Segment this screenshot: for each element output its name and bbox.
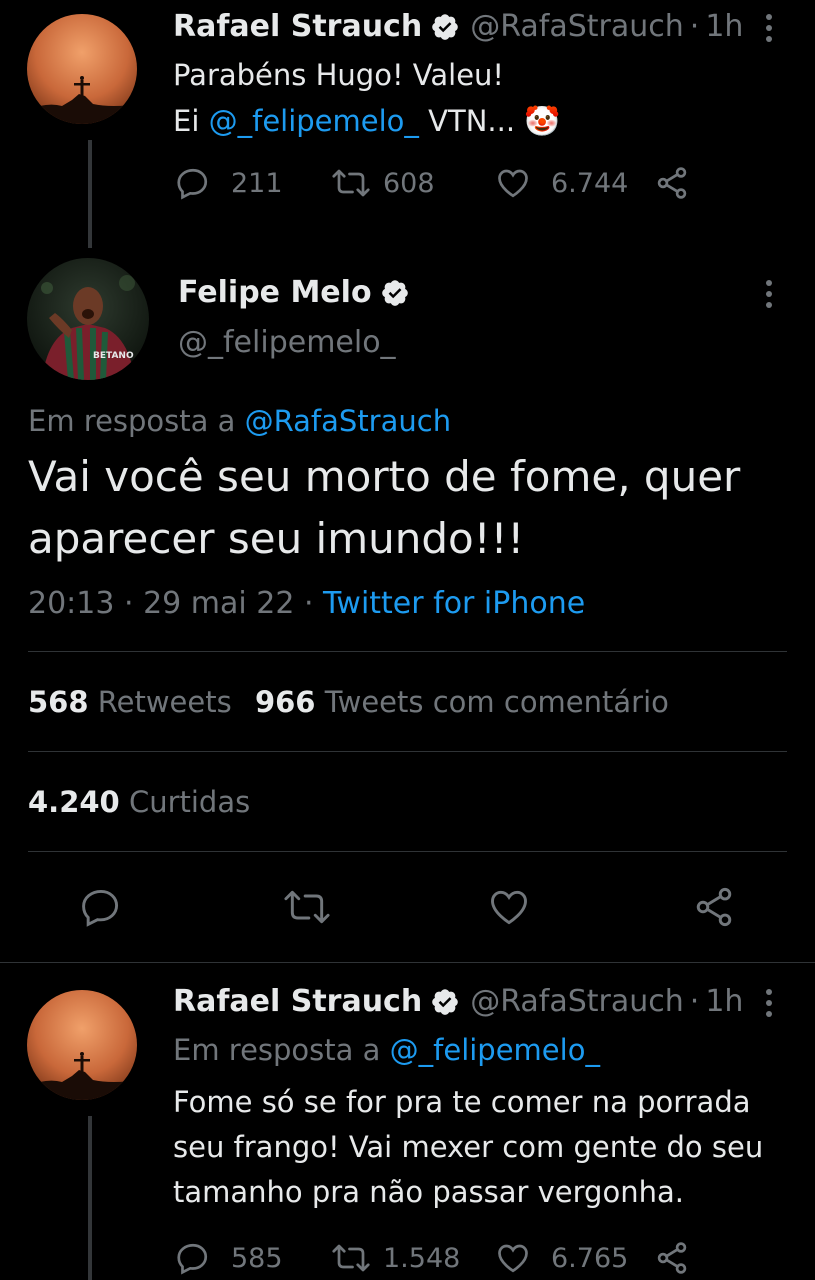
avatar-rafael-strauch[interactable] xyxy=(27,990,137,1100)
reply-context: Em resposta a @RafaStrauch xyxy=(28,404,451,438)
reply-to-link[interactable]: @RafaStrauch xyxy=(245,404,451,438)
retweets-label: Retweets xyxy=(88,685,232,719)
quotes-count: 966 xyxy=(254,685,316,719)
retweet-button[interactable]: 608 xyxy=(331,165,435,201)
tweet1-text: Parabéns Hugo! Valeu! Ei @_felipemelo_ V… xyxy=(173,52,560,144)
more-options-icon[interactable] xyxy=(764,13,774,43)
tweet1-header: Rafael Strauch @RafaStrauch · 1h xyxy=(173,9,743,44)
text-suffix: VTN... xyxy=(418,104,525,138)
divider xyxy=(28,851,787,852)
reply-prefix: Em resposta a xyxy=(173,1033,390,1067)
thread-line xyxy=(88,140,92,248)
retweet-count: 608 xyxy=(383,167,435,199)
main-tweet-text: Vai você seu morto de fome, quer aparece… xyxy=(28,446,740,570)
like-count: 6.765 xyxy=(551,1242,629,1274)
retweet-stats: 568 Retweets 966 Tweets com comentário xyxy=(28,685,669,719)
reply-count: 585 xyxy=(231,1242,283,1274)
svg-text:BETANO: BETANO xyxy=(93,351,134,361)
main-tweet-name-row: Felipe Melo xyxy=(178,275,410,310)
retweets-stat[interactable]: 568 Retweets xyxy=(28,685,232,719)
separator-dot: · xyxy=(689,9,700,44)
divider xyxy=(28,751,787,752)
tweet-text-line: Vai você seu morto de fome, quer xyxy=(28,452,741,501)
share-icon[interactable] xyxy=(692,885,736,929)
tweet3-header: Rafael Strauch @RafaStrauch · 1h xyxy=(173,984,743,1019)
tweet-text-line: Parabéns Hugo! Valeu! xyxy=(173,58,505,92)
clown-emoji: 🤡 xyxy=(524,104,561,138)
tweet-text-line: seu frango! Vai mexer com gente do seu xyxy=(173,1130,764,1164)
author-name[interactable]: Felipe Melo xyxy=(178,275,372,310)
author-handle[interactable]: @RafaStrauch xyxy=(470,984,684,1019)
share-icon xyxy=(657,167,687,199)
more-options-icon[interactable] xyxy=(764,988,774,1018)
heart-icon xyxy=(498,1244,528,1273)
like-button[interactable]: 6.765 xyxy=(495,1240,628,1276)
like-button[interactable]: 6.744 xyxy=(495,165,628,201)
likes-stat[interactable]: 4.240 Curtidas xyxy=(28,785,250,819)
reply-button[interactable]: 211 xyxy=(175,165,283,201)
tweet-text-line: tamanho pra não passar vergonha. xyxy=(173,1175,684,1209)
section-divider xyxy=(0,962,815,963)
tweet-time[interactable]: 1h xyxy=(705,984,743,1019)
retweet-icon[interactable] xyxy=(281,885,333,929)
verified-badge-icon xyxy=(381,279,408,306)
retweet-icon xyxy=(332,1244,370,1272)
separator-dot: · xyxy=(689,984,700,1019)
thread-line xyxy=(88,1116,92,1280)
quotes-stat[interactable]: 966 Tweets com comentário xyxy=(255,685,669,719)
retweet-button[interactable]: 1.548 xyxy=(331,1240,460,1276)
divider xyxy=(28,651,787,652)
reply-icon[interactable] xyxy=(79,885,123,929)
tweet-text-line: Fome só se for pra te comer na porrada xyxy=(173,1085,751,1119)
heart-icon xyxy=(498,169,528,198)
retweet-icon xyxy=(332,169,370,197)
reply-icon xyxy=(177,1243,208,1275)
tweet-source-link[interactable]: Twitter for iPhone xyxy=(323,586,585,621)
author-name[interactable]: Rafael Strauch xyxy=(173,984,422,1019)
avatar-rafael-strauch[interactable] xyxy=(27,14,137,124)
avatar-felipe-melo[interactable]: BETANO xyxy=(27,258,149,380)
more-options-icon[interactable] xyxy=(764,279,774,309)
share-button[interactable] xyxy=(654,1240,690,1276)
reply-context: Em resposta a @_felipemelo_ xyxy=(173,1033,600,1067)
retweets-count: 568 xyxy=(28,685,89,719)
reply-to-link[interactable]: @_felipemelo_ xyxy=(390,1033,600,1067)
retweet-count: 1.548 xyxy=(383,1242,461,1274)
verified-badge-icon xyxy=(432,13,459,40)
reply-button[interactable]: 585 xyxy=(175,1240,283,1276)
tweet-text-line: aparecer seu imundo!!! xyxy=(28,514,525,563)
reply-prefix: Em resposta a xyxy=(28,404,245,438)
like-count: 6.744 xyxy=(551,167,629,199)
reply-icon xyxy=(177,168,208,200)
tweet-meta: 20:13 · 29 mai 22 · Twitter for iPhone xyxy=(28,586,585,621)
quotes-label: Tweets com comentário xyxy=(315,685,669,719)
tweet3-text: Fome só se for pra te comer na porrada s… xyxy=(173,1080,763,1215)
tweet-time[interactable]: 1h xyxy=(705,9,743,44)
author-handle[interactable]: @_felipemelo_ xyxy=(178,325,396,360)
tweet-text-line: Ei @_felipemelo_ VTN... 🤡 xyxy=(173,98,560,144)
share-icon xyxy=(657,1242,687,1274)
share-button[interactable] xyxy=(654,165,690,201)
verified-badge-icon xyxy=(432,988,459,1015)
likes-label: Curtidas xyxy=(119,785,251,819)
likes-count: 4.240 xyxy=(28,785,120,819)
mention-link[interactable]: @_felipemelo_ xyxy=(209,104,419,138)
tweet-timestamp[interactable]: 20:13 · 29 mai 22 · xyxy=(28,586,323,621)
reply-count: 211 xyxy=(231,167,283,199)
heart-icon[interactable] xyxy=(487,885,531,929)
text-prefix: Ei xyxy=(173,104,209,138)
author-name[interactable]: Rafael Strauch xyxy=(173,9,422,44)
author-handle[interactable]: @RafaStrauch xyxy=(470,9,684,44)
